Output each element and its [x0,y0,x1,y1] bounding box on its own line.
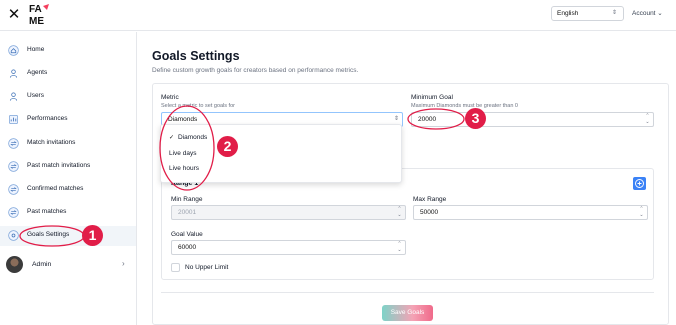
match-icon [8,138,19,149]
match-icon [8,161,19,172]
svg-text:FA: FA [29,4,42,15]
minimum-goal-value: 20000 [418,116,437,123]
no-upper-limit-label: No Upper Limit [185,264,229,271]
minimum-goal-label: Minimum Goal [411,94,453,101]
goals-card: Metric Select a metric to set goals for … [152,83,669,325]
main-content: Goals Settings Define custom growth goal… [138,32,676,325]
minimum-goal-input[interactable]: 20000 ⌃ ⌄ [411,112,654,127]
check-icon: ✓ [169,135,175,141]
page-subtitle: Define custom growth goals for creators … [152,67,359,74]
chevron-down-icon: ⌄ [655,10,663,17]
metric-hint: Select a metric to set goals for [161,103,235,109]
metric-value: Diamonds [168,116,198,123]
chevron-right-icon: › [122,259,125,268]
goal-value: 60000 [178,244,197,251]
number-stepper[interactable]: ⌃ ⌄ [644,113,651,125]
divider [161,292,654,293]
settings-icon [8,230,19,241]
admin-menu[interactable]: Admin › [0,254,136,276]
number-stepper[interactable]: ⌃ ⌄ [396,241,403,253]
language-select[interactable]: English ⇕ [551,6,624,21]
number-stepper: ⌃ ⌄ [397,206,402,218]
dropdown-option-live-days[interactable]: Live days [169,150,196,157]
sidebar-item-agents[interactable]: Agents [0,64,136,84]
sidebar-item-label: Performances [27,115,68,122]
sidebar-item-past-match-invitations[interactable]: Past match invitations [0,157,136,177]
sidebar-item-home[interactable]: Home [0,41,136,61]
minimum-goal-hint: Maximum Diamonds must be greater than 0 [411,103,518,109]
sidebar-item-label: Home [27,46,45,53]
goal-value-label: Goal Value [171,231,203,238]
user-icon [9,92,18,101]
admin-label: Admin [32,261,52,268]
sidebar-item-label: Past matches [27,208,67,215]
sidebar-item-label: Agents [27,69,48,76]
chart-icon [9,115,18,124]
sidebar-item-performances[interactable]: Performances [0,110,136,130]
sidebar: Home Agents Users Performances Match inv… [0,32,137,325]
min-range-value: 20001 [178,209,197,216]
language-value: English [557,10,579,17]
annotation-badge-3: 3 [465,108,486,129]
min-range-label: Min Range [171,196,203,203]
top-bar: ✕ FA ME English ⇕ Account ⌄ [0,0,676,31]
match-icon [8,207,19,218]
plus-circle-icon [635,179,644,188]
max-range-label: Max Range [413,196,447,203]
metric-dropdown: ✓ Diamonds Live days Live hours [160,124,402,183]
annotation-badge-1: 1 [82,225,103,246]
sidebar-item-label: Past match invitations [27,162,91,169]
goal-value-input[interactable]: 60000 ⌃ ⌄ [171,240,406,255]
sidebar-item-label: Match invitations [27,139,76,146]
avatar [6,256,23,273]
min-range-input: 20001 ⌃ ⌄ [171,205,406,220]
home-icon [8,45,19,56]
page-title: Goals Settings [152,49,240,63]
metric-label: Metric [161,94,179,101]
account-label: Account [632,10,656,17]
sidebar-item-label: Users [27,92,44,99]
sidebar-item-confirmed-matches[interactable]: Confirmed matches [0,180,136,200]
account-menu[interactable]: Account ⌄ [632,9,663,17]
dropdown-option-live-hours[interactable]: Live hours [169,165,199,172]
sidebar-item-goals-settings[interactable]: Goals Settings [0,226,136,246]
updown-icon: ⇕ [611,10,617,16]
dropdown-option-diamonds[interactable]: Diamonds [178,134,207,141]
max-range-value: 50000 [420,209,439,216]
svg-text:ME: ME [29,16,44,26]
save-goals-button[interactable]: Save Goals [382,305,433,321]
agent-icon [9,69,18,78]
sidebar-item-label: Confirmed matches [27,185,84,192]
number-stepper[interactable]: ⌃ ⌄ [638,206,645,218]
add-range-button[interactable] [633,177,646,190]
max-range-input[interactable]: 50000 ⌃ ⌄ [413,205,648,220]
close-icon[interactable]: ✕ [7,7,21,23]
match-icon [8,184,19,195]
annotation-badge-2: 2 [217,136,238,157]
sidebar-item-label: Goals Settings [27,231,70,238]
logo: FA ME [29,4,49,26]
sidebar-item-users[interactable]: Users [0,87,136,107]
sidebar-item-past-matches[interactable]: Past matches [0,203,136,223]
range-card: Range 1 Min Range 20001 ⌃ ⌄ Max Range 500… [161,168,654,280]
no-upper-limit-checkbox[interactable] [171,263,180,272]
sidebar-item-match-invitations[interactable]: Match invitations [0,134,136,154]
